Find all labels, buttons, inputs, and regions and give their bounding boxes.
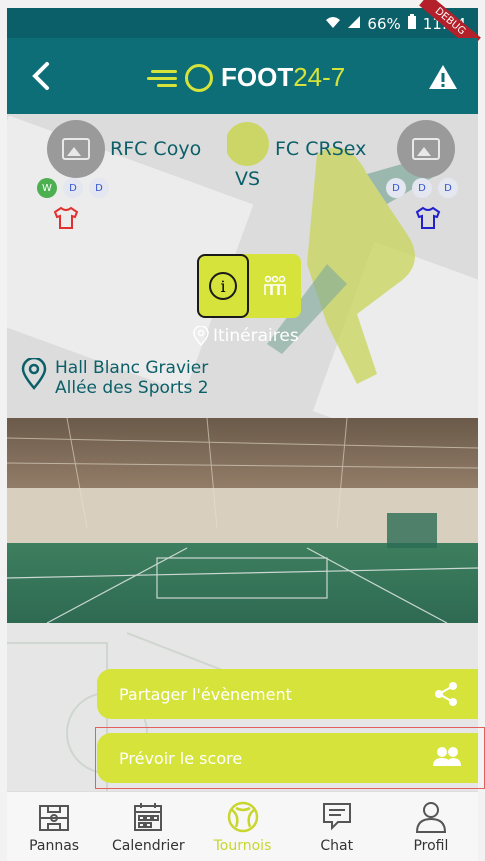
nav-label: Profil	[413, 838, 449, 854]
football-logo-icon	[185, 63, 213, 92]
selection-highlight	[95, 727, 485, 789]
share-icon	[433, 682, 459, 706]
nav-item-tournois[interactable]: Tournois	[195, 792, 289, 861]
form-result: D	[89, 178, 109, 198]
football-icon	[227, 801, 258, 833]
match-actions: i	[197, 254, 301, 318]
vs-label: VS	[235, 168, 261, 190]
nav-item-calendrier[interactable]: Calendrier	[101, 792, 195, 861]
location-pin-icon	[193, 326, 209, 346]
logo-text: FOOT	[221, 62, 294, 92]
form-result: W	[37, 178, 57, 198]
info-button[interactable]: i	[197, 254, 249, 318]
away-team-name: FC CRSex	[275, 138, 367, 160]
status-bar: 66% 11:24 DEBUG	[7, 0, 481, 50]
nav-item-pannas[interactable]: Pannas	[7, 792, 101, 861]
nav-item-profil[interactable]: Profil	[384, 792, 478, 861]
form-result: D	[386, 178, 406, 198]
away-team-form: D D D	[386, 178, 458, 198]
home-shirt-icon	[53, 206, 79, 230]
bottom-navigation: Pannas Calendrier Tournois Chat Profil	[7, 791, 478, 861]
user-icon	[415, 802, 446, 833]
chevron-left-icon[interactable]	[27, 58, 57, 94]
image-placeholder-icon	[62, 138, 90, 160]
app-bar: FOOT24-7	[7, 38, 478, 114]
warning-icon[interactable]	[428, 64, 458, 90]
info-icon: i	[209, 272, 237, 300]
away-team-image	[397, 120, 455, 178]
venue: Hall Blanc Gravier Allée des Sports 2	[21, 358, 209, 398]
nav-label: Calendrier	[111, 838, 185, 854]
share-event-button[interactable]: Partager l'évènement	[97, 669, 478, 719]
away-shirt-icon	[415, 206, 441, 230]
pitch-icon	[39, 805, 70, 831]
form-result: D	[63, 178, 83, 198]
team-lineup-icon	[264, 275, 286, 295]
app-logo: FOOT24-7	[147, 62, 345, 93]
wifi-icon	[325, 15, 341, 33]
nav-item-chat[interactable]: Chat	[290, 792, 384, 861]
chat-icon	[322, 803, 351, 831]
itineraries-link[interactable]: Itinéraires	[193, 326, 299, 346]
venue-address: Allée des Sports 2	[55, 378, 209, 398]
signal-icon	[347, 15, 361, 33]
nav-label: Tournois	[213, 838, 272, 854]
nav-label: Chat	[320, 838, 354, 854]
speed-lines-icon	[147, 67, 177, 89]
calendar-icon	[134, 803, 163, 831]
battery-icon	[407, 14, 417, 34]
home-team-name: RFC Coyo	[110, 138, 202, 160]
itineraries-label: Itinéraires	[213, 326, 299, 346]
location-pin-icon	[21, 358, 47, 390]
match-header: RFC Coyo W D D VS FC CRSex D D D i Itiné…	[7, 114, 478, 418]
battery-percent: 66%	[367, 15, 401, 33]
share-event-label: Partager l'évènement	[119, 684, 292, 704]
image-placeholder-icon	[412, 138, 440, 160]
home-team-form: W D D	[37, 178, 109, 198]
lineup-button[interactable]	[249, 254, 301, 318]
form-result: D	[412, 178, 432, 198]
form-result: D	[438, 178, 458, 198]
venue-photo	[7, 418, 478, 623]
logo-suffix: 24-7	[293, 62, 346, 92]
venue-name: Hall Blanc Gravier	[55, 358, 209, 378]
home-team-image	[47, 120, 105, 178]
nav-label: Pannas	[29, 838, 80, 854]
